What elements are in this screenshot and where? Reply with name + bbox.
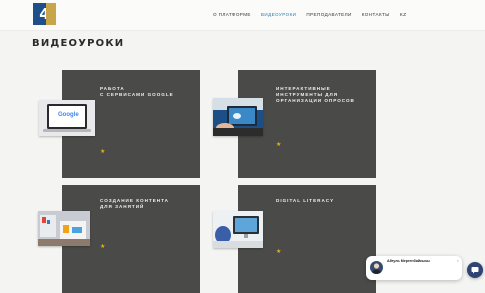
chat-bubble-icon (471, 267, 479, 274)
star-icon: ★ (100, 149, 106, 155)
close-icon[interactable]: × (457, 258, 459, 263)
star-icon: ★ (276, 249, 282, 255)
chat-agent-name: Айгуль Мергенбайкызы (387, 259, 430, 263)
main-nav: О платформе Видеоуроки Преподаватели Кон… (213, 12, 406, 17)
person-icon (372, 263, 381, 274)
card-title: ИНТЕРАКТИВНЫЕ ИНСТРУМЕНТЫ ДЛЯ ОРГАНИЗАЦИ… (276, 86, 372, 104)
google-logo-text: Google (58, 112, 79, 118)
laptop-illustration (43, 104, 91, 132)
card-link-google[interactable]: ★ (100, 149, 105, 155)
logo-accent (46, 3, 56, 25)
thumbnail-google-laptop: Google (39, 100, 95, 136)
card-link-polls[interactable]: ★ (276, 142, 281, 148)
card-title-line: ОРГАНИЗАЦИИ ОПРОСОВ (276, 98, 355, 103)
card-title-line: ДЛЯ ЗАНЯТИЙ (100, 204, 145, 209)
card-title: СОЗДАНИЕ КОНТЕНТА ДЛЯ ЗАНЯТИЙ (100, 198, 196, 210)
chat-widget-popup[interactable]: Айгуль Мергенбайкызы × (366, 256, 462, 280)
monitor-desk-illustration (213, 211, 263, 248)
star-icon: ★ (276, 142, 282, 148)
card-link-content[interactable]: ★ (100, 244, 105, 250)
agent-avatar (370, 261, 383, 274)
thumbnail-digital-desk (213, 211, 263, 248)
star-icon: ★ (100, 244, 106, 250)
card-link-digital[interactable]: ★ (276, 249, 281, 255)
laptop-hands-illustration (213, 98, 263, 136)
nav-item-video-lessons[interactable]: Видеоуроки (261, 12, 296, 17)
nav-item-about[interactable]: О платформе (213, 12, 251, 17)
nav-item-contacts[interactable]: Контакты (362, 12, 390, 17)
card-title: РАБОТА С СЕРВИСАМИ GOOGLE (100, 86, 196, 98)
desk-illustration (38, 211, 90, 246)
chat-launcher-button[interactable] (467, 262, 483, 278)
top-navigation-bar: 4 О платформе Видеоуроки Преподаватели К… (0, 0, 485, 31)
nav-item-teachers[interactable]: Преподаватели (306, 12, 351, 17)
nav-item-language-kz[interactable]: KZ (400, 12, 407, 17)
card-title-line: DIGITAL LITERACY (276, 198, 335, 203)
page-title: ВИДЕОУРОКИ (32, 38, 125, 49)
card-title: DIGITAL LITERACY (276, 198, 372, 204)
card-title-line: С СЕРВИСАМИ GOOGLE (100, 92, 174, 97)
thumbnail-content-desk (38, 211, 90, 246)
thumbnail-polls-laptop (213, 98, 263, 136)
